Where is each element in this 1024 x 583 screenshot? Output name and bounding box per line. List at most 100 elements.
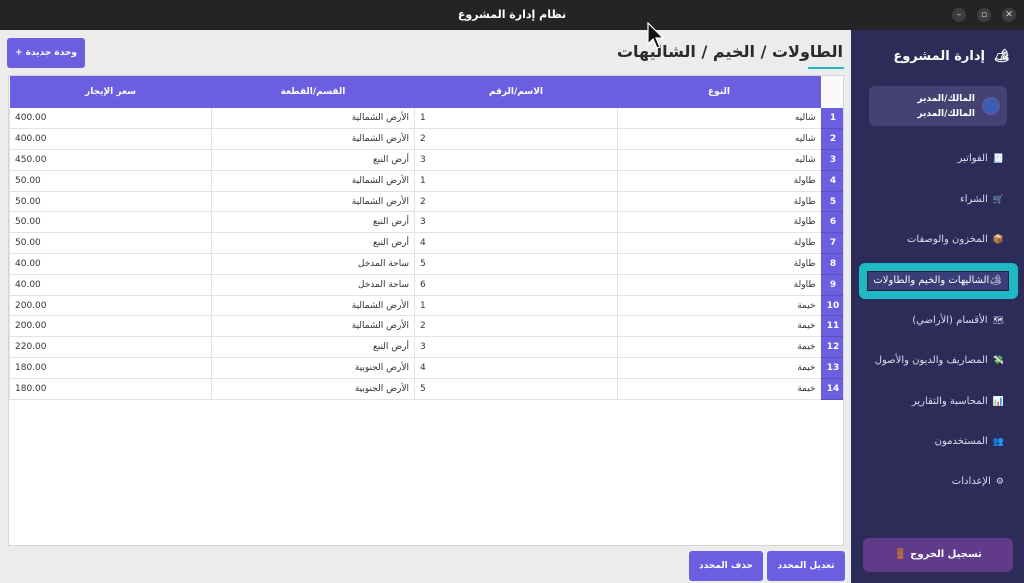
cell-section[interactable]: أرض النبع	[211, 336, 415, 359]
table-row[interactable]: 50.00 أرض النبع 4 طاولة 7	[9, 232, 843, 255]
table-row[interactable]: 400.00 الأرض الشمالية 2 شاليه 2	[9, 128, 843, 151]
cell-section[interactable]: الأرض الشمالية	[211, 108, 415, 130]
table-row[interactable]: 50.00 الأرض الشمالية 2 طاولة 5	[9, 191, 843, 213]
cell-price[interactable]: 400.00	[9, 128, 212, 151]
cell-name[interactable]: 1	[414, 295, 618, 317]
table-row[interactable]: 200.00 الأرض الشمالية 1 خيمة 10	[9, 295, 843, 317]
cell-section[interactable]: الأرض الجنوبية	[211, 357, 415, 379]
table-corner[interactable]	[820, 76, 843, 108]
column-header-section[interactable]: القسم/القطعة	[211, 76, 415, 108]
row-number[interactable]: 5	[820, 191, 843, 213]
cell-name[interactable]: 3	[414, 211, 618, 234]
sidebar-item-purchasing[interactable]: 🛒 الشراء	[960, 194, 1004, 212]
cell-section[interactable]: أرض النبع	[211, 211, 415, 234]
cell-type[interactable]: طاولة	[617, 170, 821, 192]
row-number[interactable]: 3	[820, 149, 843, 171]
row-number[interactable]: 9	[820, 274, 843, 296]
cell-price[interactable]: 200.00	[9, 315, 212, 338]
minimize-button[interactable]: –	[952, 8, 966, 22]
cell-price[interactable]: 180.00	[9, 378, 212, 400]
cell-section[interactable]: الأرض الشمالية	[211, 191, 415, 213]
row-number[interactable]: 12	[820, 336, 843, 359]
cell-type[interactable]: خيمة	[617, 378, 821, 400]
cell-type[interactable]: خيمة	[617, 295, 821, 317]
logout-button[interactable]: تسجيل الخروج 🚪	[863, 538, 1013, 572]
table-row[interactable]: 450.00 أرض النبع 3 شاليه 3	[9, 149, 843, 171]
cell-name[interactable]: 1	[414, 108, 618, 130]
column-header-price[interactable]: سعر الإيجار	[9, 76, 212, 108]
sidebar-item-sections[interactable]: 🗺 الأقسام (الأراضي)	[912, 315, 1004, 333]
cell-type[interactable]: شاليه	[617, 108, 821, 130]
cell-section[interactable]: الأرض الشمالية	[211, 295, 415, 317]
cell-type[interactable]: خيمة	[617, 357, 821, 379]
cell-section[interactable]: ساحة المدخل	[211, 274, 415, 296]
cell-section[interactable]: الأرض الشمالية	[211, 128, 415, 151]
cell-section[interactable]: ساحة المدخل	[211, 253, 415, 275]
row-number[interactable]: 11	[820, 315, 843, 338]
cell-section[interactable]: الأرض الشمالية	[211, 170, 415, 192]
row-number[interactable]: 6	[820, 211, 843, 234]
close-button[interactable]: ✕	[1002, 8, 1016, 22]
cell-price[interactable]: 50.00	[9, 232, 212, 255]
cell-type[interactable]: شاليه	[617, 149, 821, 171]
new-unit-button[interactable]: + وحدة جديدة	[7, 38, 85, 68]
cell-type[interactable]: طاولة	[617, 232, 821, 255]
cell-name[interactable]: 4	[414, 232, 618, 255]
row-number[interactable]: 7	[820, 232, 843, 255]
cell-section[interactable]: أرض النبع	[211, 149, 415, 171]
cell-price[interactable]: 50.00	[9, 191, 212, 213]
cell-type[interactable]: خيمة	[617, 336, 821, 359]
table-row[interactable]: 400.00 الأرض الشمالية 1 شاليه 1	[9, 108, 843, 130]
sidebar-item-expenses[interactable]: 💸 المصاريف والديون والأصول	[875, 355, 1004, 373]
cell-name[interactable]: 2	[414, 128, 618, 151]
cell-price[interactable]: 50.00	[9, 211, 212, 234]
cell-price[interactable]: 400.00	[9, 108, 212, 130]
maximize-button[interactable]: ▫	[977, 8, 991, 22]
row-number[interactable]: 1	[820, 108, 843, 130]
cell-price[interactable]: 40.00	[9, 253, 212, 275]
row-number[interactable]: 2	[820, 128, 843, 151]
cell-name[interactable]: 5	[414, 378, 618, 400]
cell-section[interactable]: أرض النبع	[211, 232, 415, 255]
cell-price[interactable]: 220.00	[9, 336, 212, 359]
sidebar-item-accounting[interactable]: 📊 المحاسبة والتقارير	[912, 396, 1004, 414]
cell-type[interactable]: طاولة	[617, 274, 821, 296]
edit-selected-button[interactable]: تعديل المحدد	[767, 551, 845, 581]
row-number[interactable]: 4	[820, 170, 843, 192]
cell-type[interactable]: خيمة	[617, 315, 821, 338]
delete-selected-button[interactable]: حذف المحدد	[689, 551, 763, 581]
cell-name[interactable]: 2	[414, 191, 618, 213]
cell-name[interactable]: 4	[414, 357, 618, 379]
sidebar-item-inventory[interactable]: 📦 المخزون والوصفات	[907, 234, 1004, 252]
cell-name[interactable]: 5	[414, 253, 618, 275]
cell-type[interactable]: طاولة	[617, 211, 821, 234]
cell-type[interactable]: طاولة	[617, 253, 821, 275]
cell-name[interactable]: 2	[414, 315, 618, 338]
sidebar-item-users[interactable]: 👥 المستخدمون	[935, 436, 1004, 454]
table-row[interactable]: 50.00 أرض النبع 3 طاولة 6	[9, 211, 843, 234]
cell-price[interactable]: 50.00	[9, 170, 212, 192]
row-number[interactable]: 13	[820, 357, 843, 379]
column-header-name[interactable]: الاسم/الرقم	[414, 76, 618, 108]
cell-name[interactable]: 1	[414, 170, 618, 192]
table-row[interactable]: 50.00 الأرض الشمالية 1 طاولة 4	[9, 170, 843, 192]
table-row[interactable]: 40.00 ساحة المدخل 6 طاولة 9	[9, 274, 843, 296]
cell-price[interactable]: 40.00	[9, 274, 212, 296]
row-number[interactable]: 14	[820, 378, 843, 400]
sidebar-item-invoices[interactable]: 🧾 الفواتير	[958, 153, 1004, 171]
cell-type[interactable]: شاليه	[617, 128, 821, 151]
cell-type[interactable]: طاولة	[617, 191, 821, 213]
table-row[interactable]: 200.00 الأرض الشمالية 2 خيمة 11	[9, 315, 843, 338]
table-row[interactable]: 220.00 أرض النبع 3 خيمة 12	[9, 336, 843, 359]
cell-name[interactable]: 3	[414, 336, 618, 359]
cell-price[interactable]: 180.00	[9, 357, 212, 379]
table-row[interactable]: 180.00 الأرض الجنوبية 4 خيمة 13	[9, 357, 843, 379]
cell-name[interactable]: 6	[414, 274, 618, 296]
cell-section[interactable]: الأرض الشمالية	[211, 315, 415, 338]
sidebar-item-settings[interactable]: ⚙ الإعدادات	[952, 476, 1004, 494]
row-number[interactable]: 8	[820, 253, 843, 275]
sidebar-item-units[interactable]: 🏕الشاليهات والخيم والطاولات	[859, 263, 1018, 299]
cell-section[interactable]: الأرض الجنوبية	[211, 378, 415, 400]
row-number[interactable]: 10	[820, 295, 843, 317]
cell-name[interactable]: 3	[414, 149, 618, 171]
